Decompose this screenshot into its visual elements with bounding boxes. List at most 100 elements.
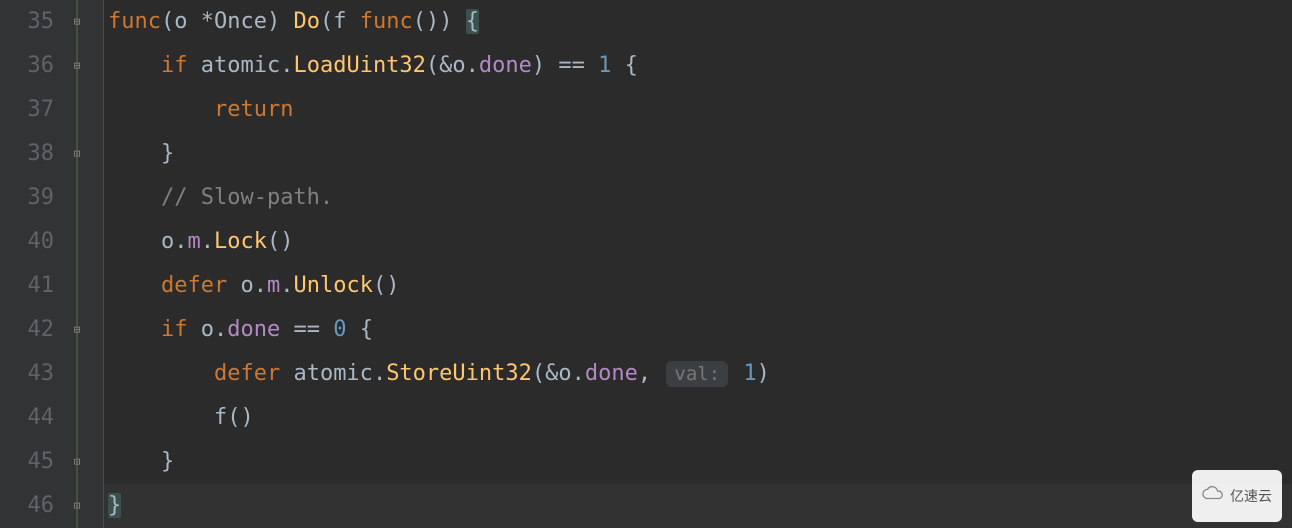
code-line[interactable]: } <box>108 440 1292 484</box>
code-line[interactable]: return <box>108 88 1292 132</box>
func-call: Lock <box>214 229 267 254</box>
paren: ( <box>426 53 439 78</box>
comment: // Slow-path. <box>161 185 333 210</box>
code-line[interactable]: // Slow-path. <box>108 176 1292 220</box>
eq-op: == <box>558 53 585 78</box>
dot: . <box>373 361 386 386</box>
space <box>611 53 624 78</box>
code-area[interactable]: func(o *Once) Do(f func()) { if atomic.L… <box>104 0 1292 528</box>
keyword-func: func <box>360 9 413 34</box>
dot: . <box>254 273 267 298</box>
paren: () <box>267 229 294 254</box>
paren: ( <box>320 9 333 34</box>
func-name: Do <box>293 9 320 34</box>
line-number: 39 <box>0 176 54 220</box>
var-id: o <box>452 53 465 78</box>
indent <box>108 53 161 78</box>
addr-of: & <box>545 361 558 386</box>
space <box>730 361 743 386</box>
indent <box>108 185 161 210</box>
indent <box>108 97 214 122</box>
paren: () <box>227 405 254 430</box>
var-id: f <box>214 405 227 430</box>
code-line[interactable]: } <box>108 132 1292 176</box>
line-number: 44 <box>0 396 54 440</box>
eq-op: == <box>293 317 320 342</box>
dot: . <box>214 317 227 342</box>
field-id: done <box>479 53 532 78</box>
code-editor[interactable]: 35 36 37 38 39 40 41 42 43 44 45 46 ⊟ ⊟ … <box>0 0 1292 528</box>
pointer-star: * <box>201 9 214 34</box>
line-number: 46 <box>0 484 54 528</box>
keyword-defer: defer <box>214 361 293 386</box>
line-number: 36 <box>0 44 54 88</box>
paren: ( <box>161 9 174 34</box>
paren: ( <box>532 361 545 386</box>
line-number: 42 <box>0 308 54 352</box>
package-id: atomic <box>293 361 372 386</box>
keyword-func: func <box>108 9 161 34</box>
dot: . <box>280 53 293 78</box>
paren: ) <box>532 53 559 78</box>
keyword-if: if <box>161 53 201 78</box>
var-id: o <box>558 361 571 386</box>
dot: . <box>201 229 214 254</box>
brace-open: { <box>360 317 373 342</box>
number-literal: 1 <box>743 361 756 386</box>
code-line[interactable]: if o.done == 0 { <box>108 308 1292 352</box>
field-id: m <box>187 229 200 254</box>
brace-close: } <box>161 141 174 166</box>
fold-toggle-icon[interactable]: ⊟ <box>70 15 84 29</box>
brace-open: { <box>466 9 479 34</box>
watermark-text: 亿速云 <box>1230 474 1272 518</box>
fold-end-icon[interactable]: ⊡ <box>70 147 84 161</box>
fold-end-icon[interactable]: ⊡ <box>70 499 84 513</box>
code-line[interactable]: defer o.m.Unlock() <box>108 264 1292 308</box>
code-line[interactable]: defer atomic.StoreUint32(&o.done, val: 1… <box>108 352 1292 396</box>
number-literal: 0 <box>333 317 346 342</box>
line-number: 37 <box>0 88 54 132</box>
comma: , <box>638 361 665 386</box>
func-call: LoadUint32 <box>293 53 425 78</box>
dot: . <box>280 273 293 298</box>
paren: () <box>413 9 440 34</box>
fold-column[interactable]: ⊟ ⊟ ⊡ ⊟ ⊡ ⊡ <box>72 0 104 528</box>
line-number: 43 <box>0 352 54 396</box>
dot: . <box>466 53 479 78</box>
line-number: 38 <box>0 132 54 176</box>
brace-close: } <box>161 449 174 474</box>
brace-close: } <box>108 493 121 518</box>
number-literal: 1 <box>598 53 611 78</box>
dot: . <box>174 229 187 254</box>
code-line[interactable]: f() <box>108 396 1292 440</box>
func-call: StoreUint32 <box>386 361 532 386</box>
code-line[interactable]: func(o *Once) Do(f func()) { <box>108 0 1292 44</box>
addr-of: & <box>439 53 452 78</box>
type-name: Once <box>214 9 267 34</box>
code-line[interactable]: if atomic.LoadUint32(&o.done) == 1 { <box>108 44 1292 88</box>
line-number: 35 <box>0 0 54 44</box>
package-id: atomic <box>201 53 280 78</box>
dot: . <box>572 361 585 386</box>
fold-toggle-icon[interactable]: ⊟ <box>70 323 84 337</box>
indent <box>108 405 214 430</box>
line-number: 41 <box>0 264 54 308</box>
paren: ) <box>267 9 294 34</box>
watermark-badge: 亿速云 <box>1192 470 1282 522</box>
var-id: o <box>240 273 253 298</box>
code-line[interactable]: o.m.Lock() <box>108 220 1292 264</box>
field-id: done <box>585 361 638 386</box>
indent <box>108 273 161 298</box>
field-id: m <box>267 273 280 298</box>
cloud-icon <box>1202 474 1224 518</box>
indent <box>108 317 161 342</box>
brace-open: { <box>625 53 638 78</box>
fold-end-icon[interactable]: ⊡ <box>70 455 84 469</box>
var-id: o <box>201 317 214 342</box>
paren: ) <box>757 361 770 386</box>
space <box>585 53 598 78</box>
param-id: f <box>333 9 360 34</box>
line-number-gutter: 35 36 37 38 39 40 41 42 43 44 45 46 <box>0 0 72 528</box>
receiver-id: o <box>174 9 201 34</box>
fold-toggle-icon[interactable]: ⊟ <box>70 59 84 73</box>
